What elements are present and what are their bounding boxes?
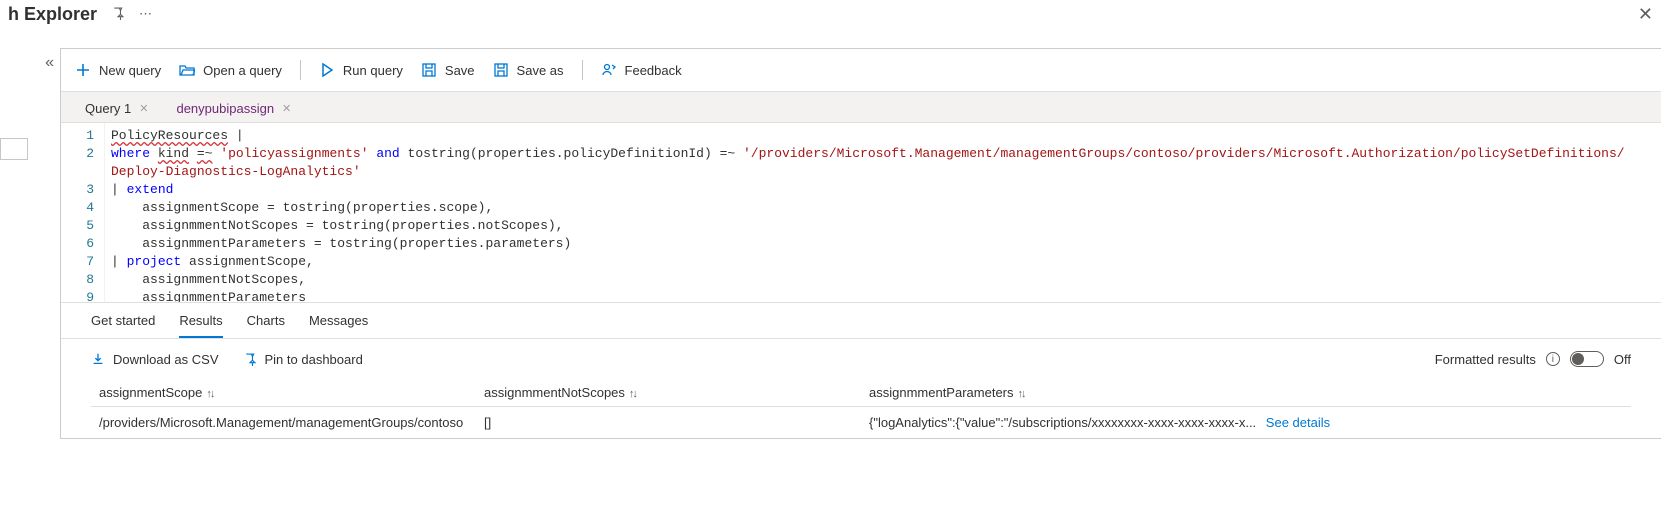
see-details-link[interactable]: See details: [1266, 415, 1330, 430]
sort-icon[interactable]: ↑↓: [629, 388, 636, 400]
open-query-label: Open a query: [203, 63, 282, 78]
editor-code[interactable]: PolicyResources |where kind =~ 'policyas…: [105, 123, 1625, 302]
formatted-results-state: Off: [1614, 352, 1631, 367]
results-actions: Download as CSV Pin to dashboard Formatt…: [61, 339, 1661, 379]
new-query-button[interactable]: New query: [75, 62, 161, 78]
query-editor[interactable]: 123456789 PolicyResources |where kind =~…: [61, 123, 1661, 303]
run-query-label: Run query: [343, 63, 403, 78]
tab-get-started[interactable]: Get started: [91, 313, 155, 338]
more-icon[interactable]: ⋯: [139, 6, 152, 22]
query-tab-strip: Query 1 ✕ denypubipassign ✕: [61, 91, 1661, 123]
tab-results[interactable]: Results: [179, 313, 222, 338]
query-tab[interactable]: Query 1 ✕: [71, 95, 162, 122]
query-tab[interactable]: denypubipassign ✕: [162, 95, 305, 122]
collapse-sidebar-icon[interactable]: «: [10, 48, 60, 439]
save-as-label: Save as: [517, 63, 564, 78]
cell-assignment-scope: /providers/Microsoft.Management/manageme…: [91, 407, 476, 439]
column-header[interactable]: assignmmentNotScopes↑↓: [476, 379, 861, 407]
pin-icon[interactable]: [111, 6, 125, 23]
feedback-button[interactable]: Feedback: [601, 62, 682, 78]
formatted-results-label: Formatted results: [1435, 352, 1536, 367]
run-query-button[interactable]: Run query: [319, 62, 403, 78]
save-as-button[interactable]: Save as: [493, 62, 564, 78]
download-csv-label: Download as CSV: [113, 352, 219, 367]
save-button[interactable]: Save: [421, 62, 475, 78]
column-header[interactable]: assignmentScope↑↓: [91, 379, 476, 407]
tab-messages[interactable]: Messages: [309, 313, 368, 338]
toolbar-separator: [582, 60, 583, 80]
cell-not-scopes: []: [476, 407, 861, 439]
save-label: Save: [445, 63, 475, 78]
close-tab-icon[interactable]: ✕: [139, 102, 148, 115]
editor-gutter: 123456789: [61, 123, 105, 302]
close-icon[interactable]: ✕: [1638, 4, 1653, 25]
query-toolbar: New query Open a query Run query Save Sa…: [61, 49, 1661, 91]
formatted-results-toggle[interactable]: [1570, 351, 1604, 367]
table-row[interactable]: /providers/Microsoft.Management/manageme…: [91, 407, 1631, 439]
pin-dashboard-button[interactable]: Pin to dashboard: [243, 352, 363, 367]
feedback-label: Feedback: [625, 63, 682, 78]
close-tab-icon[interactable]: ✕: [282, 102, 291, 115]
results-table: assignmentScope↑↓ assignmmentNotScopes↑↓…: [91, 379, 1631, 438]
download-csv-button[interactable]: Download as CSV: [91, 352, 219, 367]
new-query-label: New query: [99, 63, 161, 78]
column-header[interactable]: assignmmentParameters↑↓: [861, 379, 1631, 407]
pin-dashboard-label: Pin to dashboard: [265, 352, 363, 367]
sort-icon[interactable]: ↑↓: [1018, 388, 1025, 400]
cell-parameters: {"logAnalytics":{"value":"/subscriptions…: [861, 407, 1631, 439]
sort-icon[interactable]: ↑↓: [206, 388, 213, 400]
open-query-button[interactable]: Open a query: [179, 62, 282, 78]
results-tab-strip: Get started Results Charts Messages: [61, 303, 1661, 339]
info-icon[interactable]: i: [1546, 352, 1560, 366]
toolbar-separator: [300, 60, 301, 80]
query-tab-label: Query 1: [85, 101, 131, 116]
page-title: h Explorer: [8, 4, 97, 25]
query-tab-label: denypubipassign: [176, 101, 274, 116]
tab-charts[interactable]: Charts: [247, 313, 285, 338]
